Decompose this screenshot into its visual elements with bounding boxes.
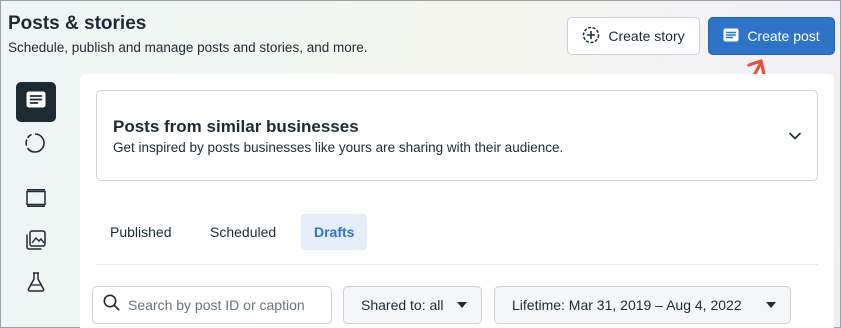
suggestions-title: Posts from similar businesses [113,117,359,136]
sidebar-item-layout[interactable] [25,188,47,212]
page-subtitle: Schedule, publish and manage posts and s… [8,40,368,55]
sidebar-item-stories[interactable] [23,132,47,159]
date-range-label: Lifetime: Mar 31, 2019 – Aug 4, 2022 [512,297,742,313]
create-story-label: Create story [608,28,685,44]
tab-drafts[interactable]: Drafts [301,214,368,250]
flask-icon [27,271,45,297]
suggestions-card[interactable]: Posts from similar businesses Get inspir… [96,90,818,181]
create-post-button[interactable]: Create post [708,17,835,55]
create-story-button[interactable]: Create story [567,17,700,55]
main-panel: Posts from similar businesses Get inspir… [80,74,834,328]
media-icon [26,229,46,255]
search-icon [103,294,120,316]
date-range-dropdown[interactable]: Lifetime: Mar 31, 2019 – Aug 4, 2022 [494,286,791,324]
tab-scheduled[interactable]: Scheduled [210,214,276,250]
search-input[interactable] [128,297,318,313]
create-post-label: Create post [747,28,820,44]
caret-down-icon [766,302,776,308]
sidebar-item-experiments[interactable] [25,271,47,297]
post-icon [723,28,739,45]
suggestions-subtitle: Get inspired by posts businesses like yo… [113,140,564,155]
chevron-down-icon[interactable] [789,127,801,145]
add-circle-icon [582,26,600,47]
tab-published[interactable]: Published [110,214,172,250]
stories-icon [24,132,46,159]
shared-to-dropdown[interactable]: Shared to: all [343,286,482,324]
sidebar-item-posts[interactable] [16,82,56,122]
sidebar-item-media[interactable] [25,229,47,255]
posts-icon [26,91,46,113]
shared-to-label: Shared to: all [361,297,444,313]
page-title: Posts & stories [8,13,147,34]
caret-down-icon [457,302,467,308]
layout-icon [26,188,46,212]
search-field[interactable] [92,286,332,324]
tabs-divider [96,264,818,265]
